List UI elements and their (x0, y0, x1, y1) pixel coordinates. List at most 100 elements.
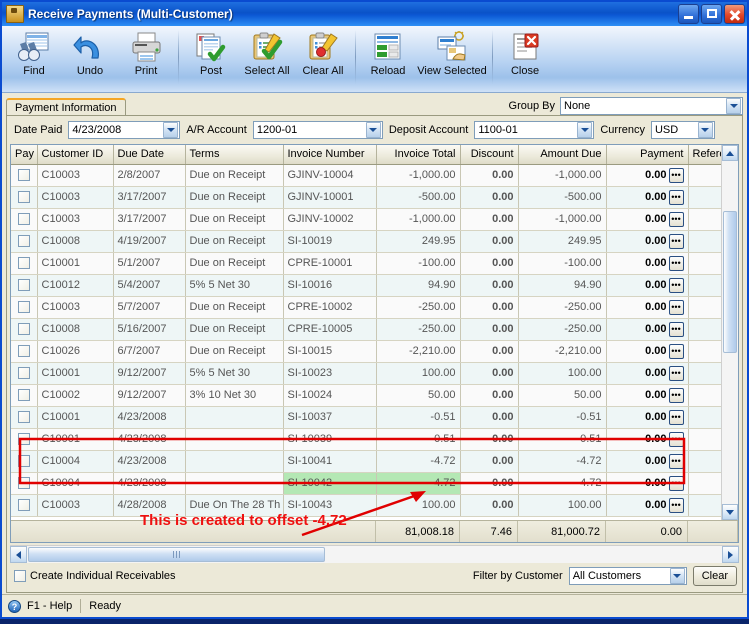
cell-pay[interactable] (11, 428, 38, 451)
checkbox-box[interactable] (14, 570, 26, 582)
payment-detail-ellipsis-button[interactable]: ••• (668, 233, 684, 249)
horizontal-scroll-track[interactable] (27, 546, 722, 563)
toolbar-button-find[interactable]: Find (6, 28, 62, 86)
table-row[interactable]: C10003 3/17/2007 Due on Receipt GJINV-10002… (11, 208, 721, 231)
col-payment[interactable]: Payment (606, 145, 689, 165)
cell-pay[interactable] (11, 164, 38, 187)
cell-pay[interactable] (11, 252, 38, 275)
row-pay-checkbox[interactable] (17, 499, 30, 512)
chevron-down-icon[interactable] (697, 122, 713, 138)
cell-pay[interactable] (11, 450, 38, 473)
toolbar-button-close[interactable]: Close (497, 28, 553, 86)
table-row[interactable]: C10001 9/12/2007 5% 5 Net 30 SI-10023 100.00… (11, 362, 721, 385)
cell-payment[interactable]: 0.00 ••• (606, 274, 689, 297)
cell-pay[interactable] (11, 230, 38, 253)
cell-pay[interactable] (11, 362, 38, 385)
chevron-down-icon[interactable] (669, 568, 685, 584)
payment-detail-ellipsis-button[interactable]: ••• (668, 387, 684, 403)
create-individual-receivables-checkbox[interactable]: Create Individual Receivables (14, 570, 176, 582)
row-pay-checkbox[interactable] (17, 411, 30, 424)
payment-detail-ellipsis-button[interactable]: ••• (668, 211, 684, 227)
cell-pay[interactable] (11, 296, 38, 319)
cell-payment[interactable]: 0.00 ••• (606, 406, 689, 429)
cell-payment[interactable]: 0.00 ••• (606, 318, 689, 341)
payment-detail-ellipsis-button[interactable]: ••• (668, 189, 684, 205)
payment-detail-ellipsis-button[interactable]: ••• (668, 321, 684, 337)
cell-payment[interactable]: 0.00 ••• (606, 164, 689, 187)
cell-pay[interactable] (11, 208, 38, 231)
vertical-scroll-track[interactable] (722, 161, 738, 504)
col-amount-due[interactable]: Amount Due (518, 145, 607, 165)
group-by-select[interactable]: None (560, 97, 743, 115)
col-pay[interactable]: Pay (11, 145, 38, 165)
cell-payment[interactable]: 0.00 ••• (606, 296, 689, 319)
grid-horizontal-scrollbar[interactable] (10, 545, 739, 563)
payment-detail-ellipsis-button[interactable]: ••• (668, 409, 684, 425)
row-pay-checkbox[interactable] (17, 169, 30, 182)
row-pay-checkbox[interactable] (17, 257, 30, 270)
payment-detail-ellipsis-button[interactable]: ••• (668, 343, 684, 359)
scroll-right-button[interactable] (722, 546, 739, 563)
row-pay-checkbox[interactable] (17, 279, 30, 292)
chevron-down-icon[interactable] (163, 122, 179, 138)
cell-pay[interactable] (11, 318, 38, 341)
clear-filter-button[interactable]: Clear (692, 566, 737, 586)
minimize-button[interactable] (678, 4, 699, 24)
cell-payment[interactable]: 0.00 ••• (606, 208, 689, 231)
maximize-button[interactable] (701, 4, 722, 24)
toolbar-button-print[interactable]: Print (118, 28, 174, 86)
help-question-icon[interactable]: ? (8, 599, 21, 613)
payment-detail-ellipsis-button[interactable]: ••• (668, 167, 684, 183)
cell-payment[interactable]: 0.00 ••• (606, 494, 689, 517)
deposit-account-select[interactable]: 1100-01 (474, 121, 595, 139)
table-row[interactable]: C10001 4/23/2008 SI-10037 -0.51 0.00 -0.51 0.0… (11, 406, 721, 429)
table-row[interactable]: C10026 6/7/2007 Due on Receipt SI-10015 -2,2… (11, 340, 721, 363)
chevron-down-icon[interactable] (577, 122, 593, 138)
table-row[interactable]: C10003 4/28/2008 Due On The 28 Th SI-10043 1… (11, 494, 721, 517)
scroll-left-button[interactable] (10, 546, 27, 563)
filter-by-customer-select[interactable]: All Customers (568, 567, 687, 585)
vertical-scroll-thumb[interactable] (723, 211, 737, 353)
cell-payment[interactable]: 0.00 ••• (606, 230, 689, 253)
table-row[interactable]: C10008 4/19/2007 Due on Receipt SI-10019 249… (11, 230, 721, 253)
toolbar-button-select-all[interactable]: Select All (239, 28, 295, 86)
cell-pay[interactable] (11, 406, 38, 429)
horizontal-scroll-thumb[interactable] (28, 547, 325, 562)
table-row[interactable]: C10001 5/1/2007 Due on Receipt CPRE-10001 -1… (11, 252, 721, 275)
col-discount[interactable]: Discount (460, 145, 519, 165)
cell-payment[interactable]: 0.00 ••• (606, 252, 689, 275)
payment-detail-ellipsis-button[interactable]: ••• (668, 453, 684, 469)
row-pay-checkbox[interactable] (17, 433, 30, 446)
payment-detail-ellipsis-button[interactable]: ••• (668, 299, 684, 315)
cell-pay[interactable] (11, 186, 38, 209)
col-invoice-number[interactable]: Invoice Number (283, 145, 377, 165)
row-pay-checkbox[interactable] (17, 235, 30, 248)
row-pay-checkbox[interactable] (17, 455, 30, 468)
cell-pay[interactable] (11, 340, 38, 363)
cell-payment[interactable]: 0.00 ••• (606, 340, 689, 363)
table-row[interactable]: C10004 4/23/2008 SI-10041 -4.72 0.00 -4.72 0.0… (11, 450, 721, 473)
chevron-down-icon[interactable] (726, 98, 741, 114)
cell-payment[interactable]: 0.00 ••• (606, 450, 689, 473)
table-row[interactable]: C10001 4/23/2008 SI-10039 0.51 0.00 0.51 0.00 •… (11, 428, 721, 451)
cell-payment[interactable]: 0.00 ••• (606, 472, 689, 495)
chevron-down-icon[interactable] (365, 122, 381, 138)
toolbar-button-view-selected[interactable]: View Selected (416, 28, 488, 86)
tab-payment-information[interactable]: Payment Information (6, 98, 126, 116)
payment-detail-ellipsis-button[interactable]: ••• (668, 497, 684, 513)
row-pay-checkbox[interactable] (17, 477, 30, 490)
cell-payment[interactable]: 0.00 ••• (606, 362, 689, 385)
row-pay-checkbox[interactable] (17, 389, 30, 402)
grid-vertical-scrollbar[interactable] (721, 145, 738, 520)
col-due-date[interactable]: Due Date (113, 145, 186, 165)
cell-pay[interactable] (11, 384, 38, 407)
table-row[interactable]: C10003 3/17/2007 Due on Receipt GJINV-10001… (11, 186, 721, 209)
ar-account-select[interactable]: 1200-01 (252, 121, 383, 139)
row-pay-checkbox[interactable] (17, 213, 30, 226)
table-row[interactable]: C10004 4/23/2008 SI-10042 4.72 0.00 4.72 0.00 •… (11, 472, 721, 495)
cell-payment[interactable]: 0.00 ••• (606, 384, 689, 407)
row-pay-checkbox[interactable] (17, 301, 30, 314)
table-row[interactable]: C10003 5/7/2007 Due on Receipt CPRE-10002 -2… (11, 296, 721, 319)
cell-pay[interactable] (11, 472, 38, 495)
col-reference[interactable]: Refere (688, 145, 721, 165)
